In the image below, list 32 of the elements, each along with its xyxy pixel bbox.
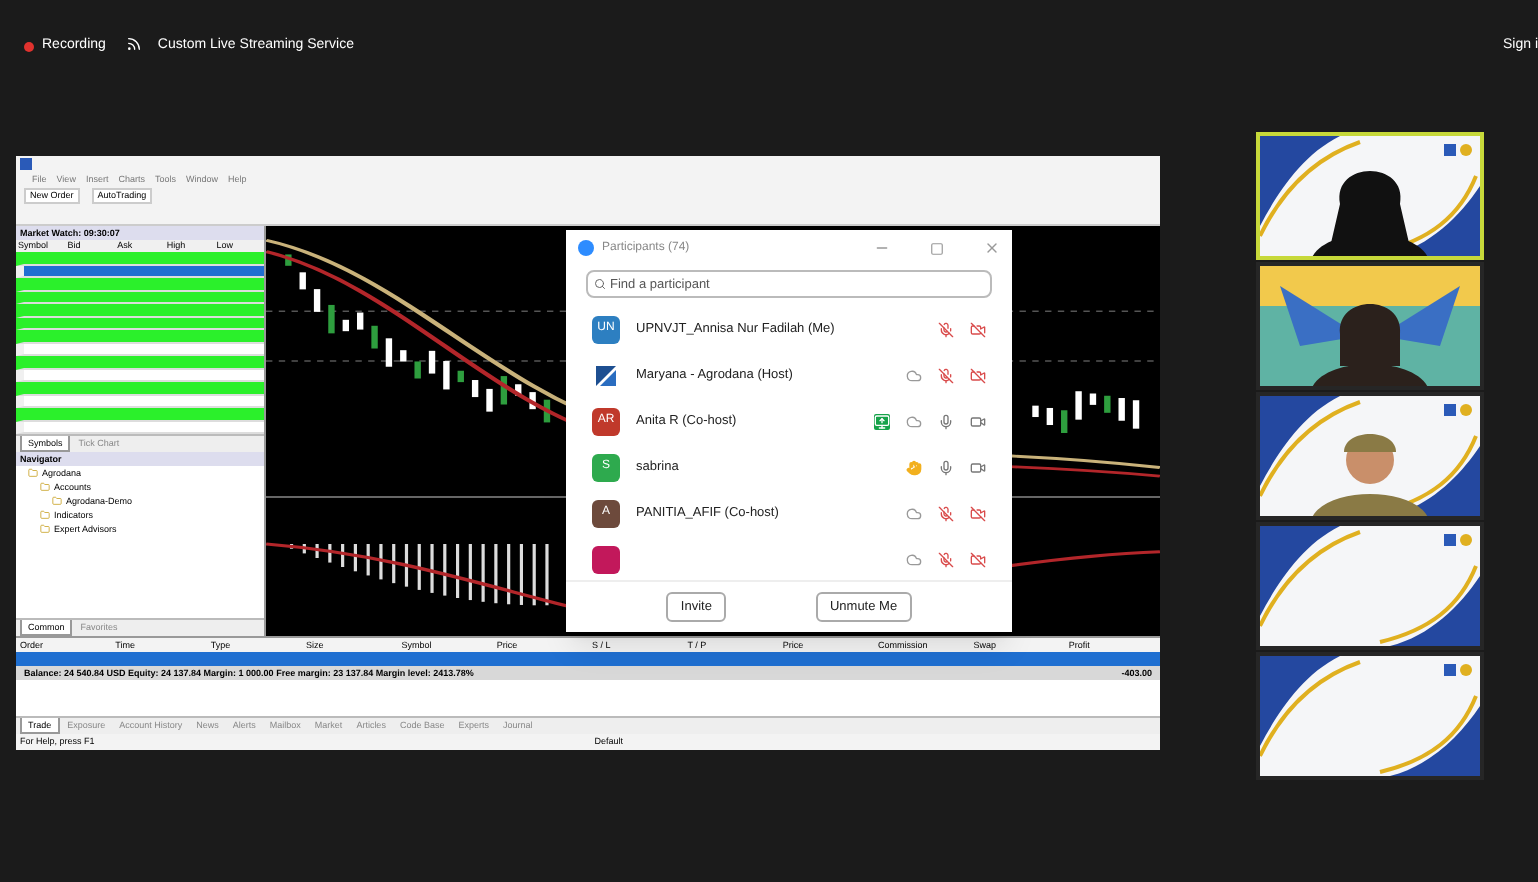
raised-hand-icon (906, 459, 922, 475)
mic-muted-icon (938, 551, 954, 567)
folder-icon (40, 482, 50, 492)
folder-icon (52, 496, 62, 506)
video-off-icon (970, 367, 986, 383)
maximize-icon[interactable] (930, 241, 944, 255)
cloud-icon (906, 367, 922, 383)
app-icon (20, 158, 32, 170)
video-off-icon (970, 505, 986, 521)
screen-share-icon (874, 413, 890, 429)
logo-avatar-icon (592, 361, 620, 389)
close-icon[interactable] (984, 240, 1000, 256)
folder-icon (40, 524, 50, 534)
video-off-icon (970, 321, 986, 337)
mic-icon (938, 413, 954, 429)
candlesticks (1032, 391, 1140, 433)
video-icon (970, 413, 986, 429)
mic-muted-icon (938, 321, 954, 337)
app-logo-icon (578, 240, 594, 256)
cloud-icon (906, 413, 922, 429)
cloud-icon (906, 551, 922, 567)
video-off-icon (970, 551, 986, 567)
search-icon (594, 278, 606, 290)
mic-icon (938, 459, 954, 475)
video-icon (970, 459, 986, 475)
mic-muted-icon (938, 505, 954, 521)
cloud-icon (906, 505, 922, 521)
rss-icon (125, 36, 142, 52)
folder-icon (40, 510, 50, 520)
mic-muted-icon (938, 367, 954, 383)
folder-icon (28, 468, 38, 478)
order-row[interactable] (16, 652, 1160, 666)
